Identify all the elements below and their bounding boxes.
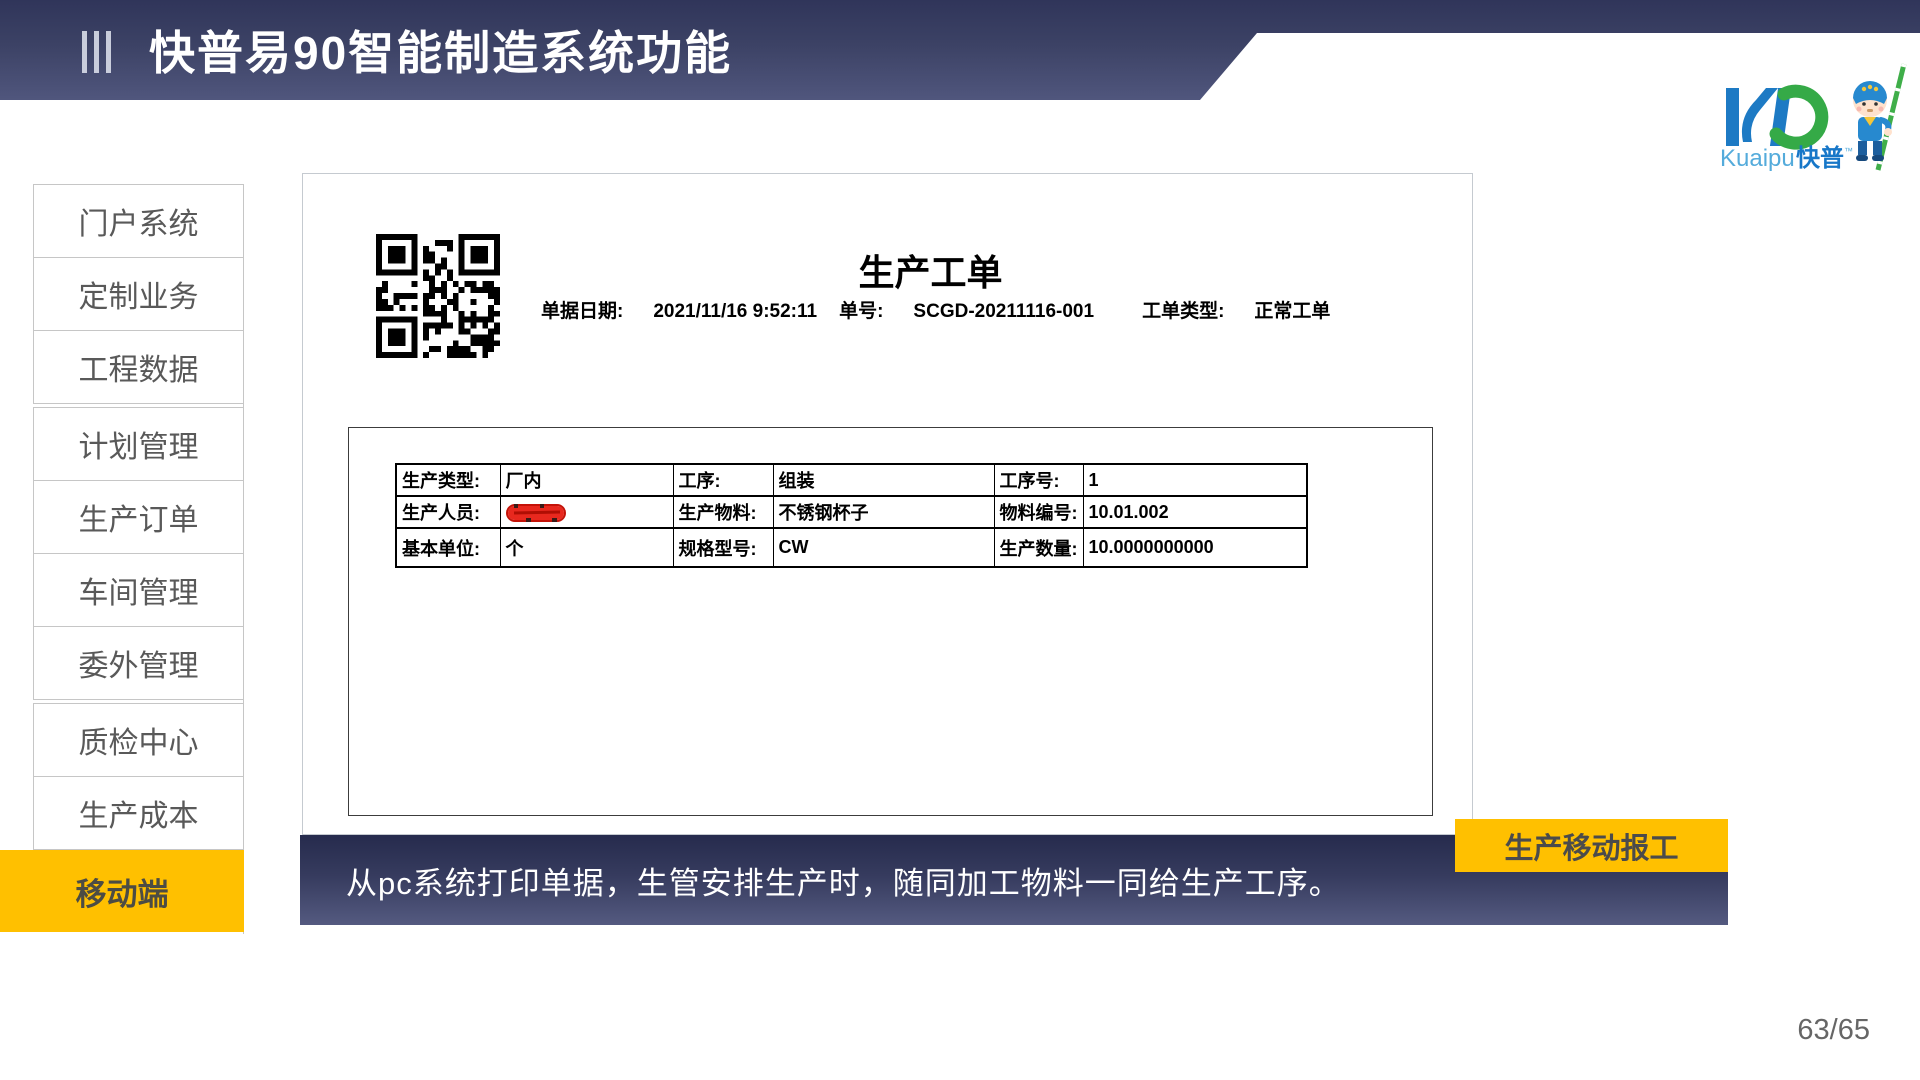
svg-text:快普: 快普 [1796, 144, 1844, 172]
sidebar-item-label: 计划管理 [79, 422, 199, 466]
cell-value: 10.0000000000 [1083, 528, 1307, 567]
cell-label: 规格型号: [673, 528, 773, 567]
cell-label: 生产人员: [396, 496, 500, 528]
cell-label: 生产数量: [994, 528, 1083, 567]
sidebar-item-outsourcing-management[interactable]: 委外管理 [33, 626, 244, 700]
triple-bars-icon [82, 31, 111, 73]
cell-value: 厂内 [500, 464, 673, 496]
kuaipu-logo: Kuaipu 快普 ™ [1718, 62, 1918, 172]
field-value-date: 2021/11/16 9:52:11 [653, 301, 817, 323]
table-row: 生产人员: 生产物料: 不锈钢杯子 物料编号: 10.01.002 [396, 496, 1307, 528]
sidebar-item-engineering-data[interactable]: 工程数据 [33, 330, 244, 404]
cell-value: 个 [500, 528, 673, 567]
sidebar-item-custom-business[interactable]: 定制业务 [33, 257, 244, 331]
cell-value: 10.01.002 [1083, 496, 1307, 528]
sidebar-item-label: 生产订单 [79, 495, 199, 539]
document-header-fields: 单据日期: 2021/11/16 9:52:11 单号: SCGD-202111… [541, 296, 1352, 323]
qr-code [373, 234, 503, 358]
sidebar-item-plan-management[interactable]: 计划管理 [33, 407, 244, 481]
cell-value-redacted [500, 496, 673, 528]
page-indicator: 63/65 [1760, 1014, 1870, 1047]
sidebar-item-quality-center[interactable]: 质检中心 [33, 703, 244, 777]
mascot-icon [1853, 64, 1904, 170]
footer-description: 从pc系统打印单据，生管安排生产时，随同加工物料一同给生产工序。 [346, 858, 1341, 903]
sidebar-item-mobile-active[interactable]: 移动端 [0, 850, 244, 932]
cell-label: 工序号: [994, 464, 1083, 496]
field-label-type: 工单类型: [1142, 296, 1224, 323]
cell-value: 1 [1083, 464, 1307, 496]
sidebar-active-label: 移动端 [76, 869, 169, 914]
cell-label: 基本单位: [396, 528, 500, 567]
sidebar-item-label: 质检中心 [79, 718, 199, 762]
red-redaction-scribble [506, 503, 568, 523]
kp-monogram [1726, 88, 1822, 146]
cell-label: 物料编号: [994, 496, 1083, 528]
cell-value: 不锈钢杯子 [773, 496, 994, 528]
field-value-number: SCGD-20211116-001 [913, 301, 1094, 323]
sidebar-item-production-order[interactable]: 生产订单 [33, 480, 244, 554]
sidebar-item-label: 生产成本 [79, 791, 199, 835]
sidebar-item-label: 委外管理 [79, 641, 199, 685]
sidebar-item-label: 工程数据 [79, 345, 199, 389]
field-label-number: 单号: [839, 296, 883, 323]
sidebar-item-production-cost[interactable]: 生产成本 [33, 776, 244, 850]
cell-label: 工序: [673, 464, 773, 496]
mobile-report-badge: 生产移动报工 [1455, 819, 1728, 872]
cell-value: 组装 [773, 464, 994, 496]
document-title: 生产工单 [543, 244, 1318, 296]
sidebar-item-label: 门户系统 [79, 199, 199, 243]
sidebar-item-label: 定制业务 [79, 272, 199, 316]
table-row: 基本单位: 个 规格型号: CW 生产数量: 10.0000000000 [396, 528, 1307, 567]
field-label-date: 单据日期: [541, 296, 623, 323]
work-order-document: 生产工单 单据日期: 2021/11/16 9:52:11 单号: SCGD-2… [302, 173, 1473, 835]
sidebar-item-workshop-management[interactable]: 车间管理 [33, 553, 244, 627]
svg-text:™: ™ [1844, 146, 1853, 156]
sidebar-item-portal[interactable]: 门户系统 [33, 184, 244, 258]
cell-label: 生产物料: [673, 496, 773, 528]
work-order-table: 生产类型: 厂内 工序: 组装 工序号: 1 生产人员: 生产物料: [395, 463, 1308, 568]
field-value-type: 正常工单 [1254, 296, 1330, 323]
header: 快普易90智能制造系统功能 [0, 0, 1200, 100]
sidebar-item-label: 车间管理 [79, 568, 199, 612]
page-title: 快普易90智能制造系统功能 [149, 17, 732, 83]
cell-label: 生产类型: [396, 464, 500, 496]
badge-label: 生产移动报工 [1504, 825, 1678, 867]
table-row: 生产类型: 厂内 工序: 组装 工序号: 1 [396, 464, 1307, 496]
svg-text:Kuaipu: Kuaipu [1720, 145, 1795, 172]
cell-value: CW [773, 528, 994, 567]
